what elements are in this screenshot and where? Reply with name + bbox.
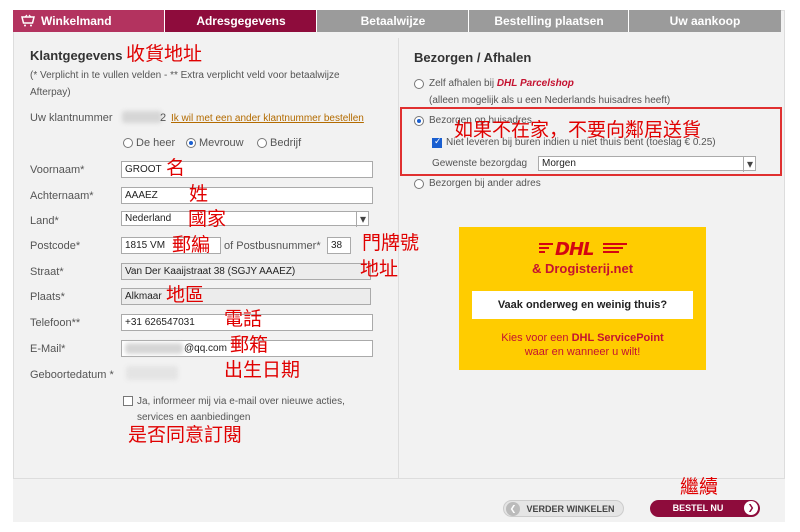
pickup-radio[interactable] — [414, 79, 424, 89]
achternaam-input[interactable]: AAAEZ — [121, 187, 373, 204]
annotation-geboortedatum: 出生日期 — [224, 359, 301, 381]
step-bestelling-plaatsen: Bestelling plaatsen — [469, 10, 630, 32]
chevron-right-icon: ❯ — [744, 501, 758, 515]
annotation-postcode: 郵編 — [172, 234, 211, 256]
dhl-banner[interactable]: DHL & Drogisterij.net Vaak onderweg en w… — [459, 227, 706, 370]
required-note: (* Verplicht in te vullen velden - ** Ex… — [30, 70, 340, 98]
postcode-label: Postcode* — [30, 240, 81, 252]
annotation-telefoon: 電話 — [224, 308, 263, 330]
annotation-title: 收貨地址 — [126, 43, 203, 65]
step-uw-aankoop: Uw aankoop — [629, 10, 781, 32]
salutation-de-heer-label: De heer — [136, 137, 176, 149]
annotation-plaats: 地區 — [166, 284, 205, 306]
klantnummer-label: Uw klantnummer — [30, 112, 113, 124]
salutation-bedrijf-label: Bedrijf — [270, 137, 302, 149]
dhl-logo: DHL — [539, 237, 629, 264]
annotation-straat: 地址 — [360, 258, 399, 280]
annotation-continue: 繼續 — [680, 476, 719, 498]
voornaam-label: Voornaam* — [30, 164, 85, 176]
order-now-button[interactable]: BESTEL NU ❯ — [650, 500, 760, 517]
klantnummer-value: 2 — [160, 112, 167, 124]
dhl-text-b: DHL ServicePoint — [571, 332, 664, 344]
checkout-steps: Winkelmand Adresgegevens Betaalwijze Bes… — [13, 10, 781, 32]
plaats-input[interactable]: Alkmaar — [121, 288, 371, 305]
email-label: E-Mail* — [30, 343, 66, 355]
dhl-banner-text: Kies voor een DHL ServicePoint waar en w… — [459, 331, 706, 359]
other-address-radio[interactable] — [414, 179, 424, 189]
salutation-mevrouw-radio[interactable] — [186, 138, 196, 148]
order-now-label: BESTEL NU — [672, 503, 724, 513]
pickup-note: (alleen mogelijk als u een Nederlands hu… — [429, 95, 671, 106]
step-label: Uw aankoop — [669, 14, 741, 28]
telefoon-label: Telefoon** — [30, 317, 81, 329]
land-select[interactable]: Nederland — [121, 211, 369, 227]
geboortedatum-redacted[interactable] — [126, 366, 178, 380]
dhl-banner-headline: Vaak onderweg en weinig thuis? — [472, 291, 693, 319]
dhl-banner-subtitle: & Drogisterij.net — [531, 261, 634, 276]
annotation-email: 郵箱 — [230, 334, 269, 356]
other-address-label: Bezorgen bij ander adres — [429, 178, 541, 189]
newsletter-label: Ja, informeer mij via e-mail over nieuwe… — [137, 396, 345, 423]
step-winkelmand[interactable]: Winkelmand — [13, 10, 166, 32]
pickup-label-text: Zelf afhalen bij — [429, 78, 497, 89]
bezorgen-title: Bezorgen / Afhalen — [414, 50, 532, 65]
postbus-label: of Postbusnummer* — [224, 240, 321, 252]
newsletter-checkbox[interactable] — [123, 396, 133, 406]
dhl-text-c: waar en wanneer u wilt! — [524, 346, 641, 358]
step-adresgegevens: Adresgegevens — [165, 10, 318, 32]
dhl-logo-text: DHL — [555, 239, 594, 259]
salutation-de-heer-radio[interactable] — [123, 138, 133, 148]
email-redacted — [125, 343, 183, 354]
annotation-achternaam: 姓 — [189, 183, 209, 205]
cart-icon — [21, 14, 35, 27]
step-label: Betaalwijze — [360, 14, 426, 28]
annotation-voornaam: 名 — [166, 157, 186, 179]
voornaam-input[interactable]: GROOT — [121, 161, 373, 178]
plaats-label: Plaats* — [30, 291, 65, 303]
parcelshop-name: DHL Parcelshop — [496, 78, 574, 89]
pickup-label: Zelf afhalen bij DHL Parcelshop — [429, 78, 574, 89]
straat-label: Straat* — [30, 266, 64, 278]
step-label: Adresgegevens — [196, 14, 286, 28]
salutation-mevrouw-label: Mevrouw — [199, 137, 244, 149]
salutation-bedrijf-radio[interactable] — [257, 138, 267, 148]
step-label: Winkelmand — [41, 14, 112, 28]
land-label: Land* — [30, 215, 59, 227]
dhl-logo-graphic: DHL — [539, 239, 627, 260]
annotation-land: 國家 — [188, 208, 227, 230]
continue-shopping-button[interactable]: ❮ VERDER WINKELEN — [503, 500, 624, 517]
continue-shopping-label: VERDER WINKELEN — [526, 504, 615, 514]
annotation-huisnummer: 門牌號 — [362, 232, 420, 254]
achternaam-label: Achternaam* — [30, 190, 94, 202]
annotation-highlight-box — [400, 107, 782, 176]
annotation-newsletter: 是否同意訂閱 — [128, 424, 243, 446]
klantgegevens-title: Klantgegevens — [30, 48, 123, 63]
email-suffix: @qq.com — [184, 343, 227, 354]
dhl-text-a: Kies voor een — [501, 332, 572, 344]
step-betaalwijze: Betaalwijze — [317, 10, 470, 32]
annotation-neighbours: 如果不在家，不要向鄰居送貨 — [454, 119, 702, 141]
chevron-left-icon: ❮ — [506, 502, 520, 516]
huisnummer-input[interactable]: 38 — [327, 237, 351, 254]
straat-input[interactable]: Van Der Kaaijstraat 38 (SGJY AAAEZ) — [121, 263, 371, 280]
change-klantnummer-link[interactable]: Ik wil met een ander klantnummer bestell… — [171, 113, 364, 124]
klantnummer-redacted — [122, 111, 162, 123]
step-label: Bestelling plaatsen — [494, 14, 604, 28]
geboortedatum-label: Geboortedatum * — [30, 369, 114, 381]
